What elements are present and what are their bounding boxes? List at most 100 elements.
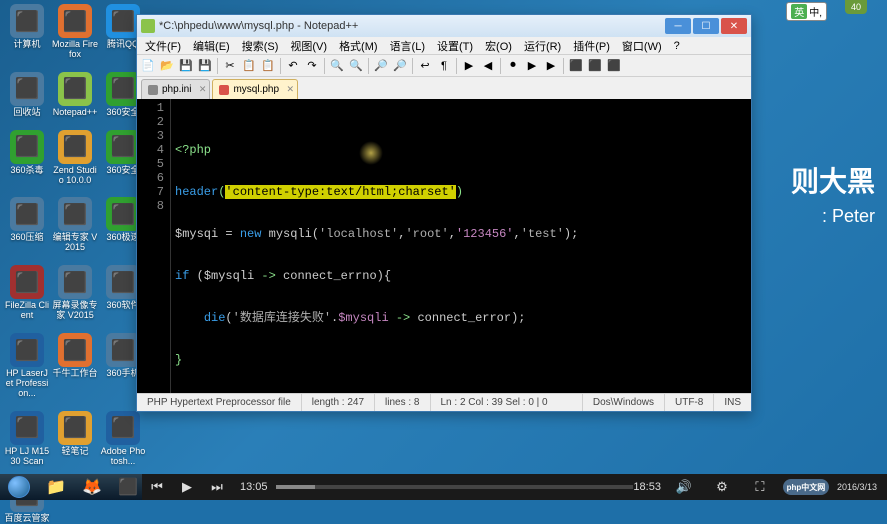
desktop-icon[interactable]: ⬛Adobe Photosh... [100, 411, 146, 467]
play-macro-icon[interactable]: ▶ [523, 57, 541, 75]
file-icon [219, 85, 229, 95]
open-file-icon[interactable]: 📂 [158, 57, 176, 75]
indent-icon[interactable]: ▶ [460, 57, 478, 75]
desktop-icon[interactable]: ⬛轻笔记 [52, 411, 98, 467]
copy-icon[interactable]: 📋 [240, 57, 258, 75]
desktop-icon[interactable]: ⬛回收站 [4, 72, 50, 118]
minimize-button[interactable]: ─ [665, 18, 691, 34]
desktop-icon[interactable]: ⬛Zend Studio 10.0.0 [52, 130, 98, 186]
menu-item[interactable]: 语言(L) [384, 38, 431, 54]
tab-mysql-php[interactable]: mysql.php✕ [212, 79, 298, 99]
prev-button[interactable]: ⏮ [142, 474, 172, 500]
notepad-window: *C:\phpedu\www\mysql.php - Notepad++ ─ ☐… [136, 14, 752, 412]
menu-item[interactable]: 格式(M) [333, 38, 384, 54]
menu-item[interactable]: 设置(T) [431, 38, 479, 54]
paste-icon[interactable]: 📋 [259, 57, 277, 75]
app-icon: ⬛ [58, 72, 92, 106]
undo-icon[interactable]: ↶ [284, 57, 302, 75]
volume-icon[interactable]: 🔊 [669, 474, 699, 500]
menu-item[interactable]: 插件(P) [567, 38, 616, 54]
tab-php-ini[interactable]: php.ini✕ [141, 79, 210, 99]
ime-indicator[interactable]: 英 中, [786, 2, 827, 21]
desktop-icon[interactable]: ⬛360杀毒 [4, 130, 50, 186]
find-icon[interactable]: 🔍 [328, 57, 346, 75]
app-icon: ⬛ [58, 197, 92, 231]
wallpaper-main: 则大黑 [791, 160, 875, 200]
video-current-time: 13:05 [240, 481, 268, 493]
icon-label: 360压缩 [4, 233, 50, 243]
code-editor[interactable]: 12345678 <?php header('content-type:text… [137, 99, 751, 393]
taskbar-firefox-icon[interactable]: 🦊 [75, 476, 109, 498]
extra-icon[interactable]: ⬛ [567, 57, 585, 75]
desktop-icon[interactable]: ⬛编辑专家 V2015 [52, 197, 98, 253]
start-button[interactable] [0, 474, 38, 500]
extra-icon-2[interactable]: ⬛ [586, 57, 604, 75]
new-file-icon[interactable]: 📄 [139, 57, 157, 75]
ime-mode: 英 [791, 4, 807, 19]
icon-label: Mozilla Firefox [52, 40, 98, 60]
wallpaper-sub: : Peter [791, 206, 875, 227]
save-all-icon[interactable]: 💾 [196, 57, 214, 75]
outdent-icon[interactable]: ◀ [479, 57, 497, 75]
extra-icon-3[interactable]: ⬛ [605, 57, 623, 75]
status-position: Ln : 2 Col : 39 Sel : 0 | 0 [431, 394, 583, 411]
menu-item[interactable]: 搜索(S) [236, 38, 285, 54]
close-button[interactable]: ✕ [721, 18, 747, 34]
taskbar-app-icon[interactable]: ⬛ [111, 476, 145, 498]
maximize-button[interactable]: ☐ [693, 18, 719, 34]
tab-close-icon[interactable]: ✕ [199, 84, 207, 95]
menu-item[interactable]: 编辑(E) [187, 38, 236, 54]
menu-item[interactable]: 文件(F) [139, 38, 187, 54]
show-chars-icon[interactable]: ¶ [435, 57, 453, 75]
cut-icon[interactable]: ✂ [221, 57, 239, 75]
menu-item[interactable]: 运行(R) [518, 38, 567, 54]
run-icon[interactable]: ▶ [542, 57, 560, 75]
tab-close-icon[interactable]: ✕ [287, 84, 295, 95]
desktop-icon[interactable]: ⬛HP LJ M1530 Scan [4, 411, 50, 467]
line-number: 2 [137, 115, 164, 129]
desktop-icon[interactable]: ⬛Notepad++ [52, 72, 98, 118]
menu-item[interactable]: ? [668, 40, 686, 52]
redo-icon[interactable]: ↷ [303, 57, 321, 75]
icon-label: 计算机 [4, 40, 50, 50]
play-button[interactable]: ▶ [172, 474, 202, 500]
next-button[interactable]: ⏭ [202, 474, 232, 500]
desktop-icon[interactable]: ⬛FileZilla Client [4, 265, 50, 321]
menu-item[interactable]: 宏(O) [479, 38, 518, 54]
app-icon: ⬛ [10, 130, 44, 164]
taskbar-explorer-icon[interactable]: 📁 [39, 476, 73, 498]
menu-item[interactable]: 窗口(W) [616, 38, 668, 54]
settings-icon[interactable]: ⚙ [707, 474, 737, 500]
desktop-icon[interactable]: ⬛HP LaserJet Profession... [4, 333, 50, 399]
desktop-icon[interactable]: ⬛360压缩 [4, 197, 50, 253]
line-number: 4 [137, 143, 164, 157]
icon-label: 编辑专家 V2015 [52, 233, 98, 253]
desktop-icon[interactable]: ⬛屏幕录像专家 V2015 [52, 265, 98, 321]
app-icon: ⬛ [10, 333, 44, 367]
desktop-icon[interactable]: ⬛Mozilla Firefox [52, 4, 98, 60]
window-title: *C:\phpedu\www\mysql.php - Notepad++ [159, 20, 665, 32]
wallpaper-text: 则大黑 : Peter [791, 160, 875, 227]
replace-icon[interactable]: 🔍 [347, 57, 365, 75]
menu-item[interactable]: 视图(V) [284, 38, 333, 54]
save-icon[interactable]: 💾 [177, 57, 195, 75]
wordwrap-icon[interactable]: ↩ [416, 57, 434, 75]
icon-label: Zend Studio 10.0.0 [52, 166, 98, 186]
zoom-in-icon[interactable]: 🔎 [372, 57, 390, 75]
video-progress[interactable] [276, 485, 634, 489]
app-icon: ⬛ [58, 411, 92, 445]
fullscreen-icon[interactable]: ⛶ [745, 474, 775, 500]
icon-label: 百度云管家 [4, 514, 50, 524]
code-area[interactable]: <?php header('content-type:text/html;cha… [171, 99, 751, 393]
app-icon: ⬛ [10, 265, 44, 299]
notification-badge[interactable]: 40 [845, 0, 867, 14]
line-number: 7 [137, 185, 164, 199]
line-number: 8 [137, 199, 164, 213]
desktop-icon[interactable]: ⬛计算机 [4, 4, 50, 60]
status-mode: INS [714, 394, 751, 411]
titlebar[interactable]: *C:\phpedu\www\mysql.php - Notepad++ ─ ☐… [137, 15, 751, 37]
record-macro-icon[interactable]: ⏺ [504, 57, 522, 75]
app-icon: ⬛ [106, 72, 140, 106]
desktop-icon[interactable]: ⬛千牛工作台 [52, 333, 98, 399]
zoom-out-icon[interactable]: 🔎 [391, 57, 409, 75]
